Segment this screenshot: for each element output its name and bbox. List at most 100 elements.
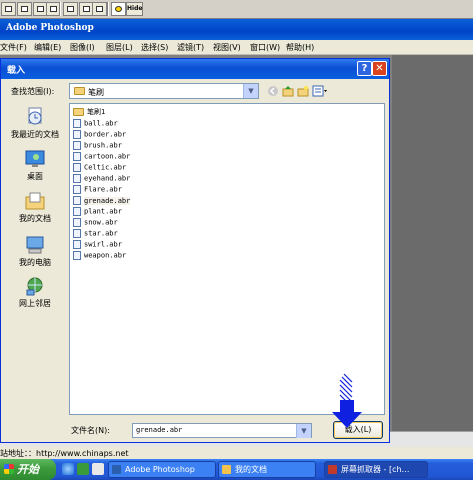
task-label: 屏幕抓取器 - [ch… [341, 465, 410, 474]
task-my-documents[interactable]: 我的文档 [218, 461, 316, 478]
start-button[interactable]: 开始 [0, 459, 56, 480]
menu-layer[interactable]: 图层(L) [106, 42, 133, 53]
photoshop-titlebar: Adobe Photoshop [0, 19, 473, 40]
menu-select[interactable]: 选择(S) [141, 42, 168, 53]
look-in-value: 笔刷 [88, 88, 104, 97]
folder-icon [74, 87, 85, 95]
taskbar: 开始 Adobe Photoshop 我的文档 屏幕抓取器 - [ch… [0, 459, 473, 480]
network-places-icon [26, 277, 43, 296]
file-item[interactable]: Celtic.abr [73, 163, 126, 174]
timer-icon[interactable] [111, 2, 126, 16]
place-recent-label: 我最近的文档 [11, 130, 59, 139]
view-menu-icon[interactable] [312, 85, 328, 97]
right-dock-area [392, 55, 473, 431]
brush-file-icon [73, 229, 81, 238]
brush-file-icon [73, 196, 81, 205]
start-label: 开始 [17, 463, 39, 476]
up-folder-icon[interactable] [282, 85, 294, 97]
help-button[interactable]: ? [357, 61, 372, 76]
brush-file-icon [73, 240, 81, 249]
toolbar-separator [107, 2, 109, 16]
brush-file-icon [73, 130, 81, 139]
tool-button-2[interactable] [17, 2, 32, 16]
tool-button-5[interactable] [63, 2, 78, 16]
my-computer-icon [26, 236, 44, 254]
quick-launch-icon[interactable] [77, 463, 89, 475]
brush-file-icon [73, 152, 81, 161]
dialog-titlebar[interactable]: 载入 ? ✕ [1, 59, 389, 79]
place-my-documents-label: 我的文档 [19, 214, 51, 223]
hide-button[interactable]: Hide [126, 2, 143, 16]
windows-logo-icon [4, 464, 14, 474]
menu-help[interactable]: 帮助(H) [286, 42, 314, 53]
brush-file-icon [73, 163, 81, 172]
file-item[interactable]: eyehand.abr [73, 174, 130, 185]
photoshop-icon [112, 465, 121, 474]
brush-file-icon [73, 251, 81, 260]
back-icon[interactable] [267, 85, 279, 97]
show-desktop-icon[interactable] [92, 463, 104, 475]
folder-icon [73, 108, 84, 116]
brush-file-icon [73, 174, 81, 183]
brush-file-icon [73, 207, 81, 216]
look-in-label: 查找范围(I): [11, 87, 55, 96]
file-item[interactable]: swirl.abr [73, 240, 122, 251]
menu-image[interactable]: 图像(I) [70, 42, 95, 53]
menu-view[interactable]: 视图(V) [213, 42, 241, 53]
arrow-annotation-icon [332, 373, 362, 428]
task-photoshop[interactable]: Adobe Photoshop [108, 461, 216, 478]
file-name-value: grenade.abr [136, 426, 183, 434]
look-in-dropdown[interactable]: 笔刷 ▼ [69, 83, 259, 99]
folder-icon [222, 465, 231, 474]
dialog-title: 载入 [7, 66, 26, 76]
chevron-down-icon[interactable]: ▼ [243, 84, 258, 98]
file-item[interactable]: snow.abr [73, 218, 118, 229]
file-item[interactable]: weapon.abr [73, 251, 126, 262]
file-item[interactable]: ball.abr [73, 119, 118, 130]
task-screen-capture[interactable]: 屏幕抓取器 - [ch… [324, 461, 428, 478]
brush-file-icon [73, 119, 81, 128]
file-item[interactable]: cartoon.abr [73, 152, 130, 163]
place-network[interactable]: 网上邻居 [5, 276, 65, 309]
place-recent[interactable]: 我最近的文档 [5, 107, 65, 140]
menu-filter[interactable]: 滤镜(T) [177, 42, 204, 53]
site-address: 站地址：：http://www.chinaps.net [0, 449, 129, 458]
toolbar-separator [59, 2, 61, 16]
places-bar: 我最近的文档 桌面 我的文档 我的电脑 网上邻居 [5, 104, 65, 434]
file-item[interactable]: border.abr [73, 130, 126, 141]
file-item[interactable]: brush.abr [73, 141, 122, 152]
folder-item[interactable]: 笔刷1 [73, 107, 105, 118]
file-item[interactable]: plant.abr [73, 207, 122, 218]
brush-file-icon [73, 218, 81, 227]
top-toolbar: Hide [0, 0, 473, 19]
place-my-computer[interactable]: 我的电脑 [5, 235, 65, 268]
place-network-label: 网上邻居 [19, 299, 51, 308]
chevron-down-icon[interactable]: ▼ [296, 424, 311, 438]
file-name-label: 文件名(N): [71, 426, 110, 435]
photoshop-title: Adobe Photoshop [6, 23, 94, 33]
menu-file[interactable]: 文件(F) [0, 42, 27, 53]
file-item[interactable]: Flare.abr [73, 185, 122, 196]
screen-capture-icon [328, 465, 337, 474]
file-item-selected[interactable]: grenade.abr [73, 196, 131, 207]
place-my-computer-label: 我的电脑 [19, 258, 51, 267]
place-my-documents[interactable]: 我的文档 [5, 191, 65, 224]
my-documents-icon [25, 192, 45, 210]
recent-documents-icon [28, 107, 42, 125]
file-item[interactable]: star.abr [73, 229, 118, 240]
file-list[interactable]: 笔刷1 ball.abr border.abr brush.abr cartoo… [69, 103, 385, 415]
place-desktop-label: 桌面 [27, 172, 43, 181]
task-label: 我的文档 [235, 465, 267, 474]
tool-button-7[interactable] [92, 2, 107, 16]
close-button[interactable]: ✕ [372, 61, 387, 76]
place-desktop[interactable]: 桌面 [5, 149, 65, 182]
photoshop-menubar: 文件(F) 编辑(E) 图像(I) 图层(L) 选择(S) 滤镜(T) 视图(V… [0, 40, 473, 55]
internet-explorer-icon[interactable] [62, 463, 74, 475]
new-folder-icon[interactable] [297, 85, 309, 97]
task-label: Adobe Photoshop [125, 465, 195, 474]
tool-button-1[interactable] [1, 2, 16, 16]
menu-window[interactable]: 窗口(W) [250, 42, 280, 53]
file-name-input[interactable]: grenade.abr ▼ [132, 423, 312, 438]
menu-edit[interactable]: 编辑(E) [34, 42, 61, 53]
brush-file-icon [73, 185, 81, 194]
